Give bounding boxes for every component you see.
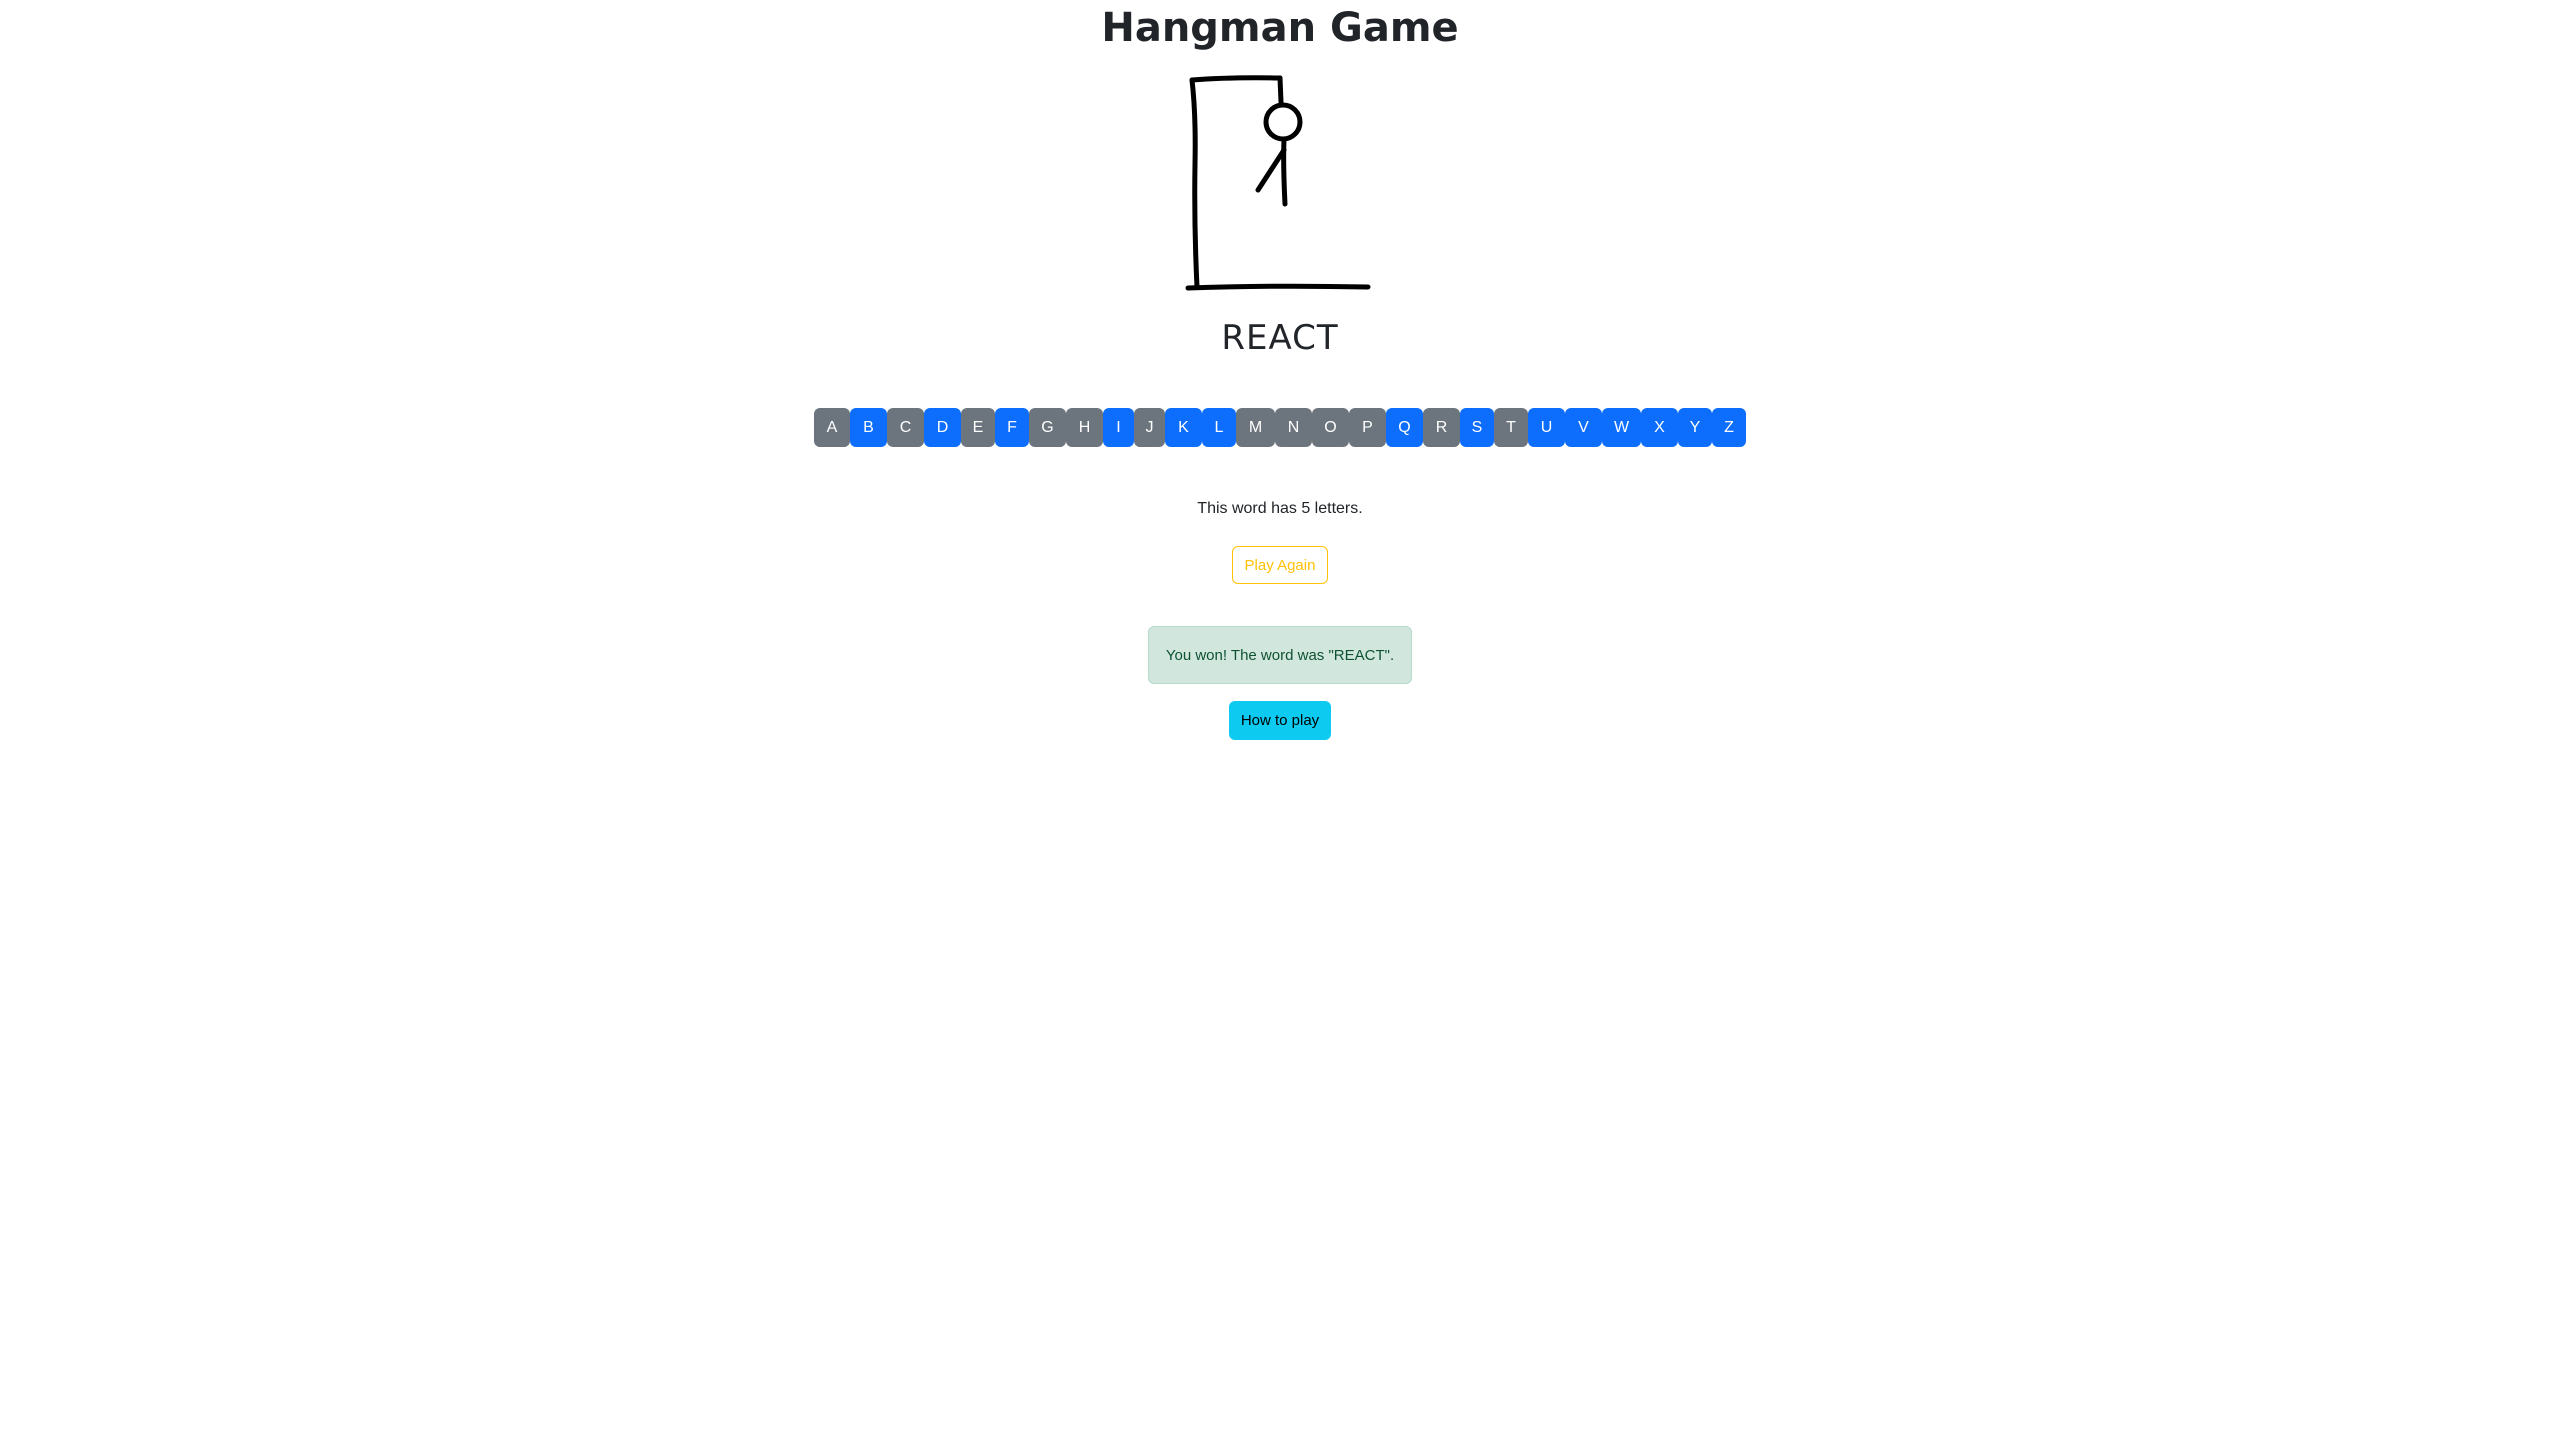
gallows-base bbox=[1185, 283, 1371, 291]
letter-key-j[interactable]: J bbox=[1134, 408, 1165, 447]
letter-key-g[interactable]: G bbox=[1029, 408, 1066, 447]
letter-key-d[interactable]: D bbox=[924, 408, 961, 447]
letter-key-p[interactable]: P bbox=[1349, 408, 1386, 447]
letter-key-r[interactable]: R bbox=[1423, 408, 1460, 447]
letter-key-v[interactable]: V bbox=[1565, 408, 1602, 447]
gallows-post bbox=[1189, 77, 1200, 290]
letter-key-s[interactable]: S bbox=[1460, 408, 1494, 447]
page-title: Hangman Game bbox=[1101, 5, 1459, 51]
letter-key-i[interactable]: I bbox=[1103, 408, 1134, 447]
letter-key-n[interactable]: N bbox=[1275, 408, 1312, 447]
play-again-button[interactable]: Play Again bbox=[1231, 546, 1329, 584]
letter-key-l[interactable]: L bbox=[1202, 408, 1236, 447]
letter-key-u[interactable]: U bbox=[1528, 408, 1565, 447]
letter-key-h[interactable]: H bbox=[1066, 408, 1103, 447]
word-length-info: This word has 5 letters. bbox=[1197, 500, 1363, 517]
how-to-play-button[interactable]: How to play bbox=[1228, 701, 1332, 740]
letter-key-f[interactable]: F bbox=[995, 408, 1029, 447]
letter-key-a[interactable]: A bbox=[814, 408, 850, 447]
hangman-left-arm bbox=[1255, 147, 1287, 193]
letter-key-c[interactable]: C bbox=[887, 408, 924, 447]
letter-key-o[interactable]: O bbox=[1312, 408, 1349, 447]
hangman-drawing bbox=[1185, 75, 1371, 291]
win-alert: You won! The word was "REACT". bbox=[1147, 626, 1413, 684]
letter-keyboard: ABCDEFGHIJKLMNOPQRSTUVWXYZ bbox=[814, 408, 1746, 447]
letter-key-z[interactable]: Z bbox=[1712, 408, 1746, 447]
hangman-head bbox=[1263, 102, 1303, 142]
hangman-app: Hangman Game REACT ABCDEFGHIJKLMNOPQRSTU… bbox=[0, 0, 2560, 1440]
letter-key-m[interactable]: M bbox=[1236, 408, 1275, 447]
letter-key-e[interactable]: E bbox=[961, 408, 995, 447]
letter-key-t[interactable]: T bbox=[1494, 408, 1528, 447]
letter-key-x[interactable]: X bbox=[1641, 408, 1678, 447]
letter-key-w[interactable]: W bbox=[1602, 408, 1641, 447]
rope bbox=[1277, 75, 1284, 105]
letter-key-y[interactable]: Y bbox=[1678, 408, 1712, 447]
letter-key-k[interactable]: K bbox=[1165, 408, 1202, 447]
gallows-beam bbox=[1189, 75, 1283, 83]
word-display: REACT bbox=[1221, 318, 1339, 358]
letter-key-q[interactable]: Q bbox=[1386, 408, 1423, 447]
letter-key-b[interactable]: B bbox=[850, 408, 887, 447]
